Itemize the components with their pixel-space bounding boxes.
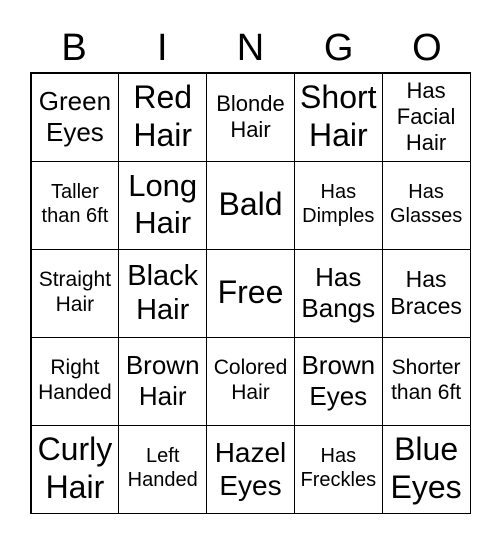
bingo-cell[interactable]: Has Facial Hair xyxy=(381,72,471,162)
header-letter-g: G xyxy=(323,27,354,69)
cell-text: Long Hair xyxy=(128,168,198,240)
cell-text: Blonde Hair xyxy=(216,91,285,142)
cell-text: Brown Hair xyxy=(125,350,200,411)
cell-text: Green Eyes xyxy=(38,86,112,147)
header-letter-b: B xyxy=(61,27,87,69)
bingo-cell[interactable]: Blonde Hair xyxy=(206,72,295,162)
header-letter-o: O xyxy=(412,27,442,69)
bingo-cell[interactable]: Blue Eyes xyxy=(381,424,471,514)
bingo-cell[interactable]: Long Hair xyxy=(118,160,208,250)
bingo-header: B I N G O xyxy=(30,26,471,70)
cell-text: Black Hair xyxy=(127,259,199,326)
cell-text: Straight Hair xyxy=(38,268,112,316)
bingo-cell[interactable]: Has Glasses xyxy=(381,160,471,250)
bingo-cell[interactable]: Shorter than 6ft xyxy=(381,336,471,426)
bingo-cell[interactable]: Has Braces xyxy=(381,248,471,338)
bingo-cell[interactable]: Curly Hair xyxy=(30,424,120,514)
bingo-cell[interactable]: Black Hair xyxy=(118,248,208,338)
cell-text: Brown Eyes xyxy=(301,350,376,411)
bingo-cell[interactable]: Right Handed xyxy=(30,336,120,426)
cell-text: Hazel Eyes xyxy=(214,436,287,501)
bingo-cell[interactable]: Has Bangs xyxy=(293,248,383,338)
bingo-cell[interactable]: Bald xyxy=(206,160,295,250)
bingo-cell[interactable]: Hazel Eyes xyxy=(206,424,295,514)
cell-text: Taller than 6ft xyxy=(41,181,109,227)
cell-text: Has Dimples xyxy=(302,181,375,227)
bingo-cell[interactable]: Brown Hair xyxy=(118,336,208,426)
bingo-cell[interactable]: Green Eyes xyxy=(30,72,120,162)
cell-text: Shorter than 6ft xyxy=(391,356,462,404)
cell-text: Has Braces xyxy=(390,265,462,319)
bingo-cell[interactable]: Brown Eyes xyxy=(293,336,383,426)
bingo-cell[interactable]: Has Dimples xyxy=(293,160,383,250)
bingo-cell[interactable]: Has Freckles xyxy=(293,424,383,514)
cell-text: Red Hair xyxy=(133,79,193,153)
header-letter-i: I xyxy=(157,27,168,69)
cell-text: Has Bangs xyxy=(301,262,376,323)
cell-text: Free xyxy=(217,274,284,311)
cell-text: Short Hair xyxy=(300,79,377,153)
free-space[interactable]: Free xyxy=(206,248,295,338)
bingo-cell[interactable]: Colored Hair xyxy=(206,336,295,426)
cell-text: Has Glasses xyxy=(389,181,463,227)
header-letter-n: N xyxy=(236,27,265,69)
bingo-cell[interactable]: Straight Hair xyxy=(30,248,120,338)
bingo-cell[interactable]: Short Hair xyxy=(293,72,383,162)
cell-text: Bald xyxy=(218,186,283,223)
bingo-cell[interactable]: Left Handed xyxy=(118,424,208,514)
cell-text: Has Facial Hair xyxy=(396,78,456,155)
bingo-grid: Green Eyes Red Hair Blonde Hair Short Ha… xyxy=(30,72,471,514)
cell-text: Blue Eyes xyxy=(390,431,462,505)
cell-text: Colored Hair xyxy=(213,356,288,404)
bingo-cell[interactable]: Red Hair xyxy=(118,72,208,162)
cell-text: Left Handed xyxy=(127,445,198,491)
cell-text: Has Freckles xyxy=(300,445,377,491)
cell-text: Right Handed xyxy=(38,356,112,404)
bingo-cell[interactable]: Taller than 6ft xyxy=(30,160,120,250)
cell-text: Curly Hair xyxy=(37,431,113,505)
